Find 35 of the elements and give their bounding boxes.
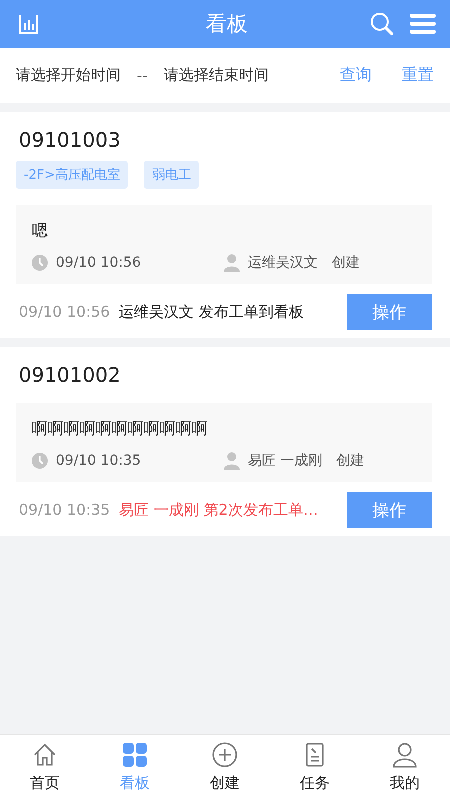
creator-name: 运维吴汉文 bbox=[248, 254, 318, 272]
page-title: 看板 bbox=[206, 11, 248, 38]
tag: 弱电工 bbox=[144, 161, 200, 189]
person-icon bbox=[224, 452, 240, 470]
start-time-field[interactable]: 请选择开始时间 bbox=[16, 66, 121, 85]
action-text: 创建 bbox=[332, 254, 360, 272]
home-icon bbox=[32, 742, 58, 768]
clock-icon bbox=[32, 255, 48, 271]
search-icon[interactable] bbox=[370, 12, 394, 36]
end-time-field[interactable]: 请选择结束时间 bbox=[164, 66, 269, 85]
separator-text: -- bbox=[137, 66, 148, 84]
tab[interactable]: 首页 bbox=[0, 735, 90, 800]
tag: -2F>高压配电室 bbox=[16, 161, 128, 189]
note-text: 啊啊啊啊啊啊啊啊啊啊啊 bbox=[32, 419, 209, 440]
menu-icon[interactable] bbox=[410, 13, 436, 35]
tab[interactable]: 创建 bbox=[180, 735, 270, 800]
chart-icon[interactable] bbox=[18, 13, 40, 35]
log-time: 09/10 10:35 bbox=[19, 501, 110, 519]
person-icon bbox=[224, 254, 240, 272]
note-text: 嗯 bbox=[32, 221, 49, 242]
created-time: 09/10 10:56 bbox=[56, 255, 142, 271]
tab[interactable]: 任务 bbox=[270, 735, 360, 800]
action-text: 创建 bbox=[336, 452, 364, 470]
log-time: 09/10 10:56 bbox=[19, 303, 110, 321]
log-text: 易匠 一成刚 第2次发布工单… bbox=[119, 500, 318, 520]
order-number: 09101002 bbox=[19, 363, 122, 387]
person-icon bbox=[392, 742, 418, 768]
tab[interactable]: 我的 bbox=[360, 735, 450, 800]
plus-circle-icon bbox=[212, 742, 238, 768]
creator-name: 易匠 一成刚 bbox=[248, 452, 322, 470]
grid-icon bbox=[122, 742, 148, 768]
log-text: 运维吴汉文 发布工单到看板 bbox=[119, 302, 304, 322]
created-time: 09/10 10:35 bbox=[56, 453, 142, 469]
clock-icon bbox=[32, 453, 48, 469]
order-number: 09101003 bbox=[19, 128, 122, 152]
